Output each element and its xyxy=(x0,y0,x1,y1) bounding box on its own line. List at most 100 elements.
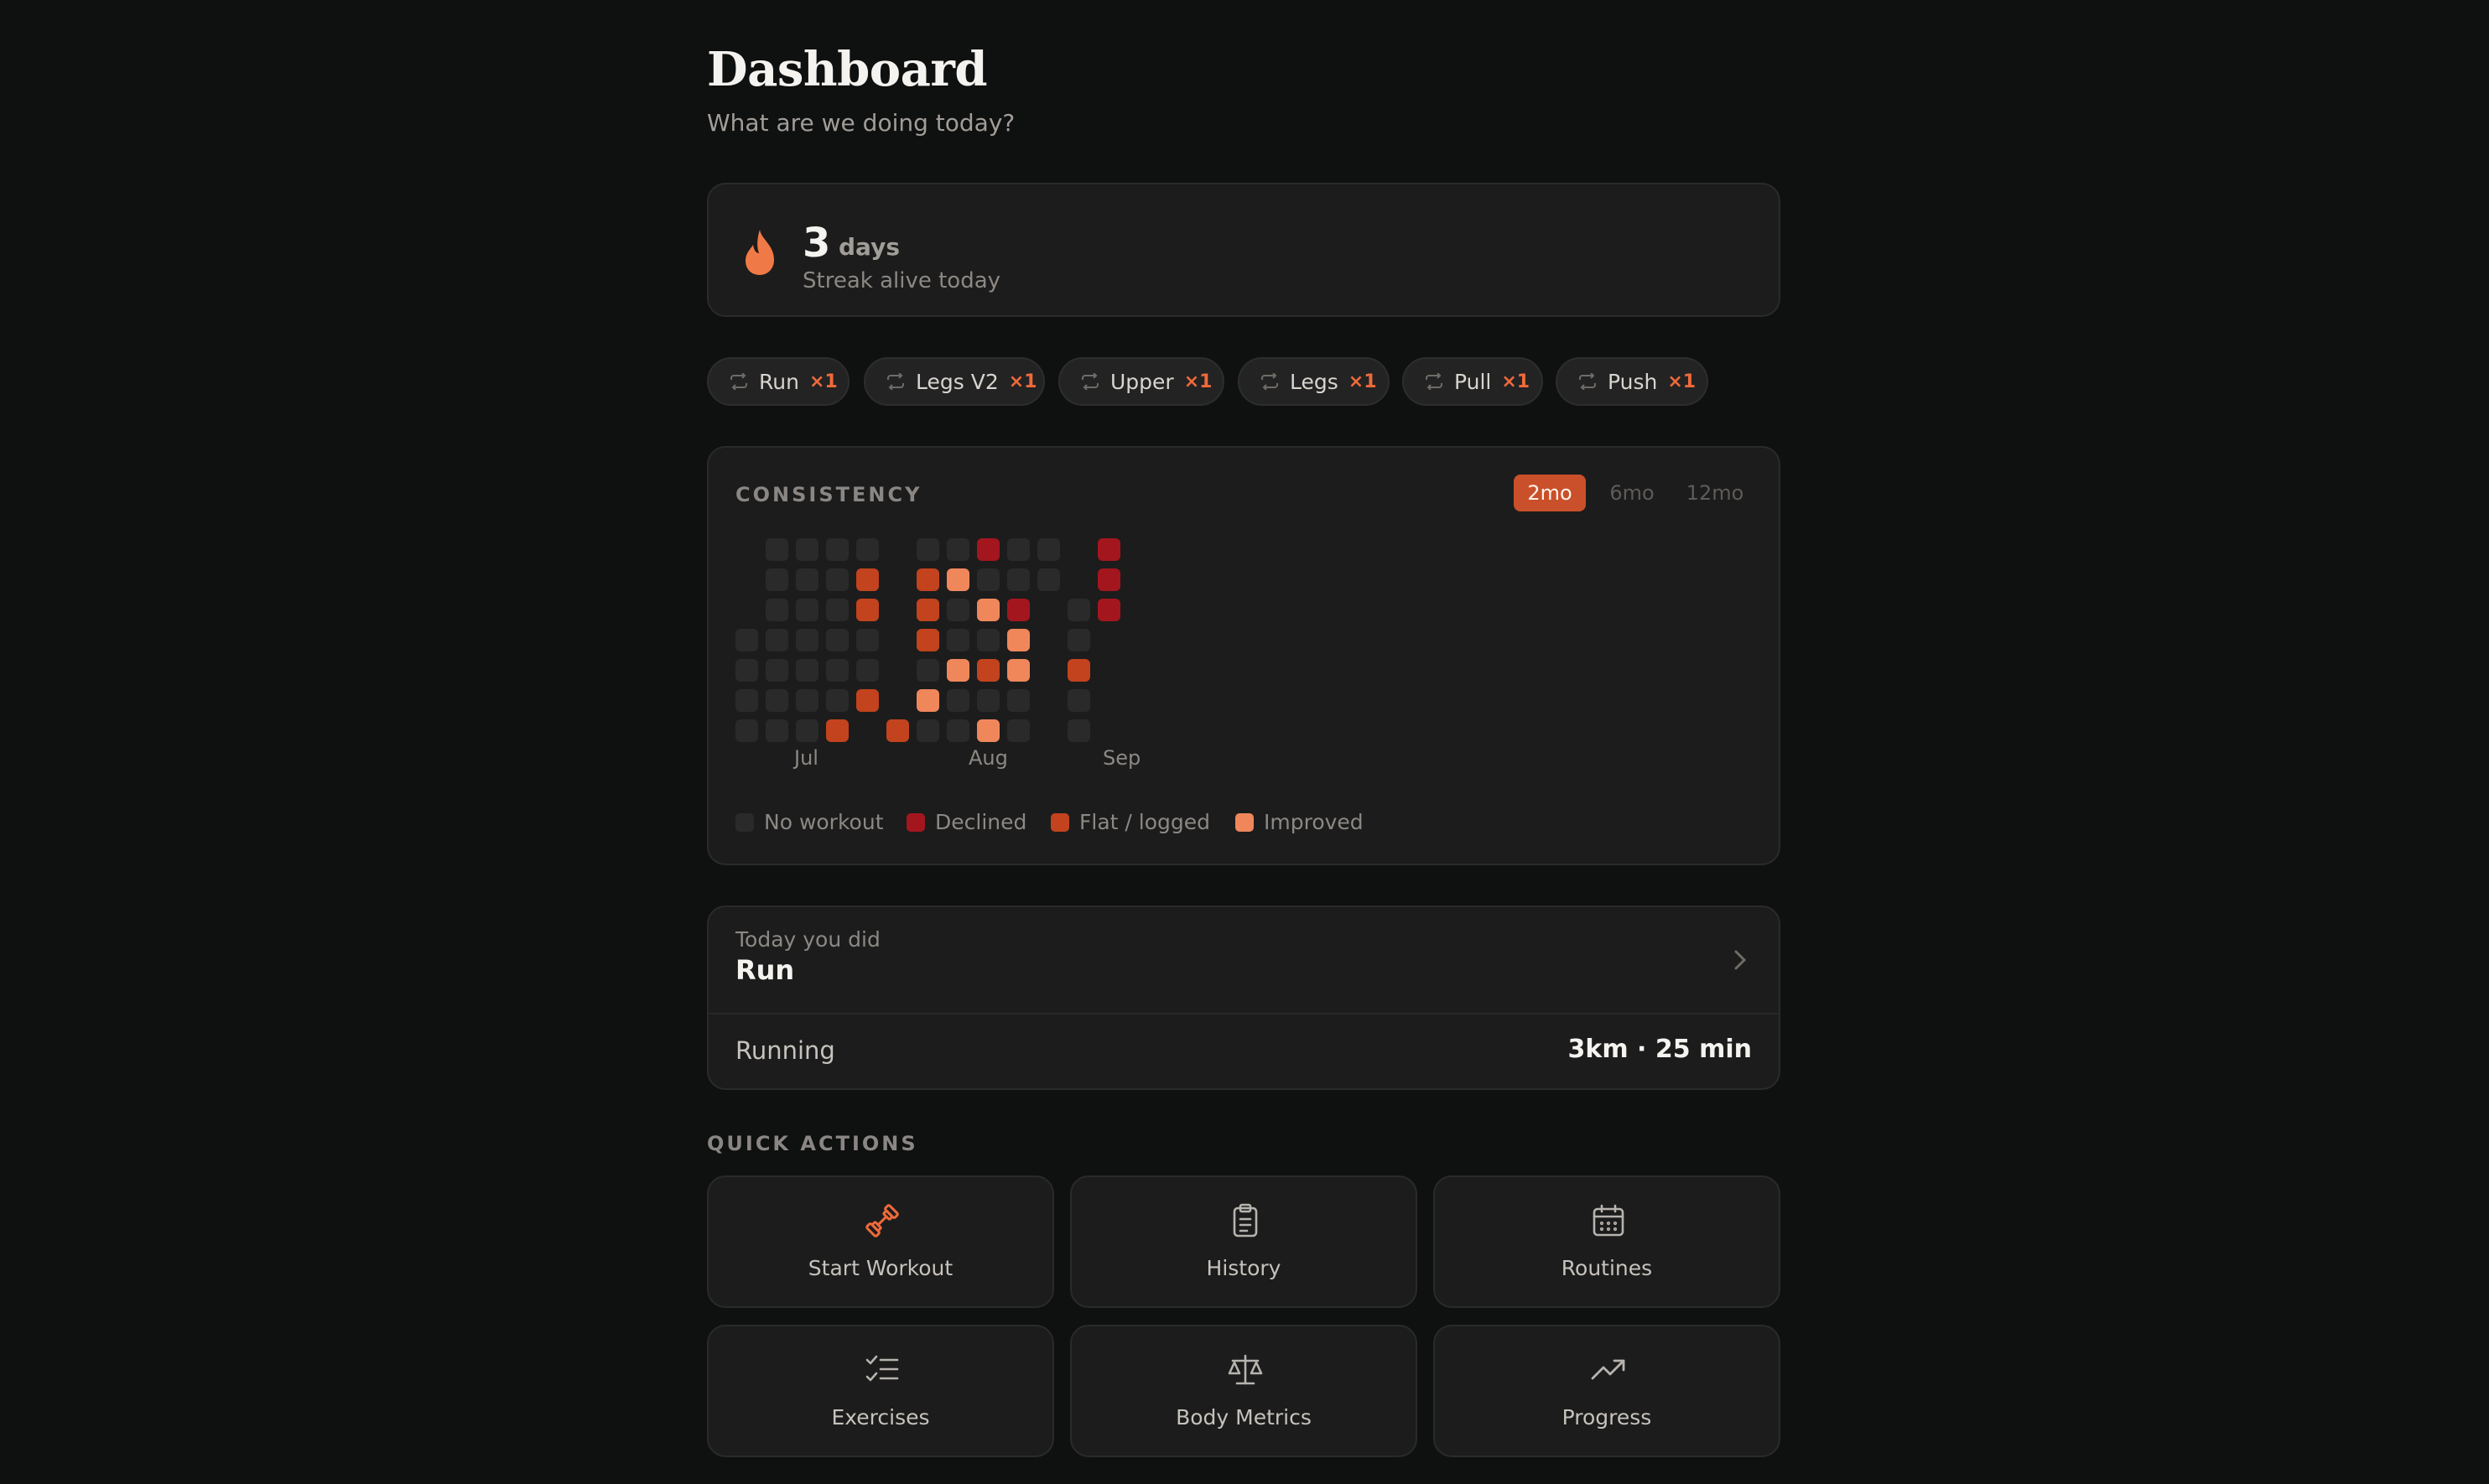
heatmap-cell xyxy=(917,719,939,742)
scale-icon xyxy=(1228,1354,1263,1385)
heatmap-cell xyxy=(1007,719,1030,742)
chip-label: Legs xyxy=(1290,369,1338,394)
heatmap-cell xyxy=(826,629,849,651)
calendar-icon xyxy=(1593,1204,1624,1237)
heatmap-cell xyxy=(826,689,849,712)
heatmap-cell xyxy=(977,689,1000,712)
heatmap-cell xyxy=(826,538,849,561)
routines-button[interactable]: Routines xyxy=(1433,1175,1780,1308)
today-stat: 3km · 25 min xyxy=(1567,1035,1752,1064)
legend-flat-logged: Flat / logged xyxy=(1051,810,1210,834)
heatmap-cell xyxy=(766,538,788,561)
chevron-right-icon[interactable] xyxy=(1732,947,1749,973)
routine-chip[interactable]: Legs ×1 xyxy=(1238,357,1390,406)
heatmap-cell xyxy=(796,689,818,712)
heatmap-cell xyxy=(917,538,939,561)
exercises-button[interactable]: Exercises xyxy=(707,1325,1054,1457)
start-workout-button[interactable]: Start Workout xyxy=(707,1175,1054,1308)
routine-chip[interactable]: Upper ×1 xyxy=(1058,357,1224,406)
repeat-icon xyxy=(887,373,904,390)
dumbbell-icon xyxy=(865,1204,899,1238)
legend-no-workout: No workout xyxy=(735,810,884,834)
routine-chip[interactable]: Pull ×1 xyxy=(1402,357,1543,406)
heatmap-cell xyxy=(1098,568,1120,591)
tile-label: Progress xyxy=(1561,1405,1652,1430)
today-card[interactable]: Today you did Run Running 3km · 25 min xyxy=(707,905,1780,1090)
heatmap-cell xyxy=(947,538,969,561)
history-button[interactable]: History xyxy=(1070,1175,1417,1308)
tile-label: Exercises xyxy=(831,1405,930,1430)
chip-label: Run xyxy=(759,369,799,394)
routine-chips: Run ×1 Legs V2 ×1 Upper ×1 Legs ×1 Pull … xyxy=(707,357,1780,406)
dashboard-page: Dashboard What are we doing today? 3 day… xyxy=(707,0,1780,1484)
legend-swatch xyxy=(907,812,925,832)
heatmap-cell xyxy=(886,719,909,742)
heatmap-cell xyxy=(1068,629,1090,651)
routine-chip[interactable]: Legs V2 ×1 xyxy=(864,357,1045,406)
repeat-icon xyxy=(1261,373,1278,390)
chip-count: ×1 xyxy=(1183,371,1213,392)
heatmap-cell xyxy=(917,568,939,591)
chip-count: ×1 xyxy=(808,371,838,392)
chip-label: Pull xyxy=(1454,369,1492,394)
chip-count: ×1 xyxy=(1501,371,1530,392)
heatmap-cell xyxy=(796,719,818,742)
heatmap-cell xyxy=(826,719,849,742)
heatmap-cell xyxy=(947,659,969,682)
heatmap-cell xyxy=(947,719,969,742)
chip-label: Upper xyxy=(1110,369,1174,394)
body-metrics-button[interactable]: Body Metrics xyxy=(1070,1325,1417,1457)
trending-up-icon xyxy=(1591,1359,1625,1380)
heatmap-cell xyxy=(766,629,788,651)
heatmap-cell xyxy=(735,629,758,651)
chip-count: ×1 xyxy=(1348,371,1377,392)
heatmap-cell xyxy=(947,689,969,712)
progress-button[interactable]: Progress xyxy=(1433,1325,1780,1457)
today-exercise: Running xyxy=(735,1036,835,1065)
heatmap-cell xyxy=(1098,538,1120,561)
legend-improved: Improved xyxy=(1235,810,1364,834)
legend-swatch xyxy=(1235,812,1254,832)
heatmap-cell xyxy=(1007,629,1030,651)
chip-count: ×1 xyxy=(1667,371,1697,392)
heatmap-cell xyxy=(766,689,788,712)
consistency-card: CONSISTENCY 2mo 6mo 12mo Jul Aug Sep No … xyxy=(707,446,1780,865)
month-label: Jul xyxy=(794,746,818,770)
heatmap-cell xyxy=(917,689,939,712)
heatmap-cell xyxy=(977,599,1000,621)
heatmap-cell xyxy=(856,568,879,591)
heatmap-cell xyxy=(947,629,969,651)
heatmap-cell xyxy=(947,599,969,621)
heatmap-cell xyxy=(826,568,849,591)
routine-chip[interactable]: Push ×1 xyxy=(1556,357,1708,406)
flame-icon xyxy=(746,230,774,275)
heatmap-cell xyxy=(856,689,879,712)
heatmap-cell xyxy=(977,568,1000,591)
routine-chip[interactable]: Run ×1 xyxy=(707,357,850,406)
divider xyxy=(709,1013,1779,1014)
heatmap-cell xyxy=(766,599,788,621)
heatmap-cell xyxy=(917,629,939,651)
chip-label: Legs V2 xyxy=(916,369,999,394)
heatmap-cell xyxy=(735,659,758,682)
repeat-icon xyxy=(730,373,747,390)
heatmap-cell xyxy=(947,568,969,591)
heatmap-cell xyxy=(977,719,1000,742)
repeat-icon xyxy=(1579,373,1596,390)
heatmap-cell xyxy=(977,538,1000,561)
heatmap-cell xyxy=(1007,689,1030,712)
heatmap-cell xyxy=(856,599,879,621)
heatmap-cell xyxy=(735,719,758,742)
tile-label: History xyxy=(1206,1256,1281,1280)
legend-declined: Declined xyxy=(907,810,1026,834)
heatmap-cell xyxy=(826,599,849,621)
checklist-icon xyxy=(865,1355,899,1382)
heatmap-cell xyxy=(766,568,788,591)
today-label: Today you did xyxy=(735,927,881,952)
heatmap-cell xyxy=(856,629,879,651)
chip-label: Push xyxy=(1608,369,1658,394)
month-label: Sep xyxy=(1103,746,1141,770)
legend-label: No workout xyxy=(764,810,884,834)
heatmap-cell xyxy=(917,659,939,682)
heatmap-cell xyxy=(766,719,788,742)
